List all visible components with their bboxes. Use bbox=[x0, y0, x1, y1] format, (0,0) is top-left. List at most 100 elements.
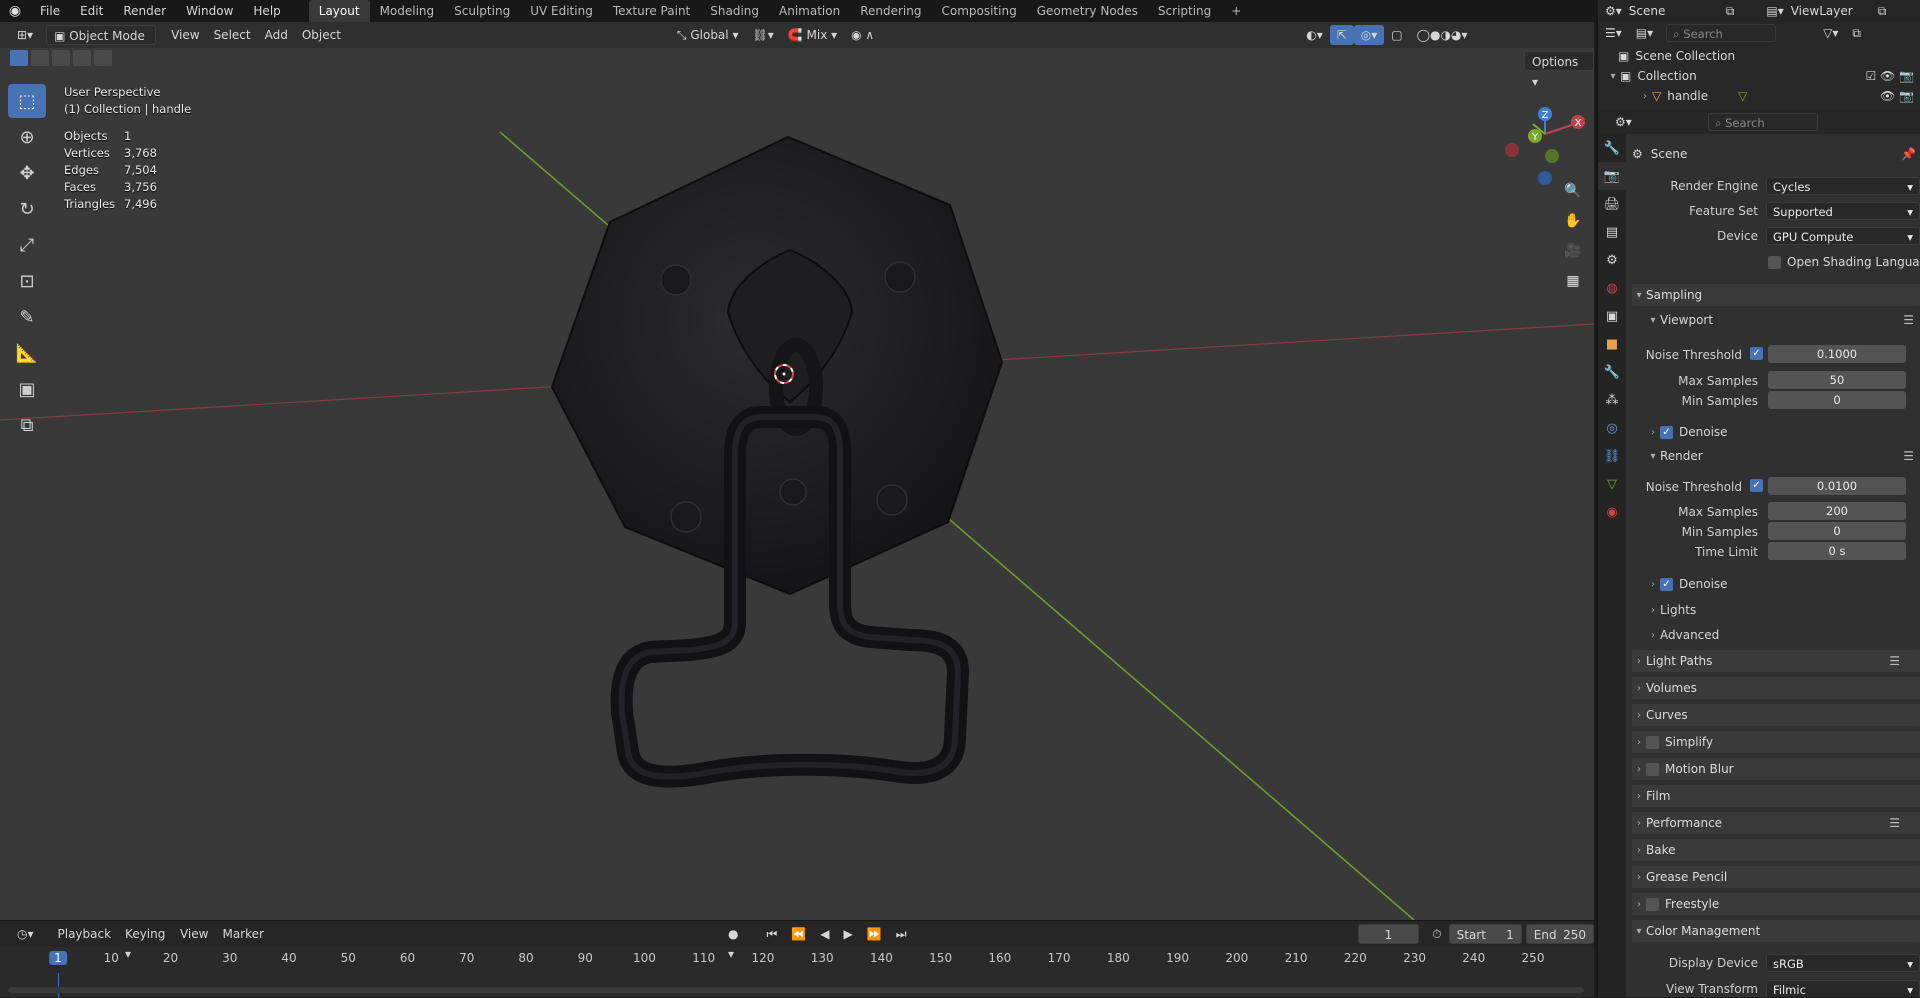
r-max-field[interactable]: 200 bbox=[1768, 502, 1906, 520]
prev-keyframe-icon[interactable]: ⏪ bbox=[784, 924, 813, 944]
scene-name[interactable]: Scene bbox=[1629, 4, 1719, 18]
transform-tool-icon[interactable]: ⊡ bbox=[8, 264, 46, 298]
playback-menu[interactable]: Playback ▾ bbox=[51, 924, 119, 961]
display-device-dropdown[interactable]: sRGB ▾ bbox=[1766, 954, 1920, 972]
pivot-icon[interactable]: ⛓▾ bbox=[745, 25, 780, 45]
material-tab-icon[interactable]: ◉ bbox=[1598, 498, 1626, 526]
current-frame-field[interactable]: 1 bbox=[1357, 924, 1420, 944]
viewlayer-icon[interactable]: ▤▾ bbox=[1759, 1, 1790, 21]
pan-hand-icon[interactable]: ✋ bbox=[1560, 208, 1586, 234]
snap-dropdown[interactable]: 🧲 Mix ▾ bbox=[781, 25, 844, 45]
subpanel-lights[interactable]: › Lights bbox=[1646, 600, 1920, 620]
select-invert-icon[interactable] bbox=[73, 50, 91, 66]
osl-checkbox-row[interactable]: Open Shading Language bbox=[1768, 252, 1920, 272]
panel-freestyle[interactable]: › Freestyle bbox=[1632, 893, 1920, 915]
panel-volumes[interactable]: › Volumes bbox=[1632, 677, 1920, 699]
r-noise-field[interactable]: 0.0100 bbox=[1768, 477, 1906, 495]
proportional-edit-icon[interactable]: ◉ ∧ bbox=[844, 25, 881, 45]
object-tab-icon[interactable]: ■ bbox=[1598, 330, 1626, 358]
cursor-tool-icon[interactable]: ⊕ bbox=[8, 120, 46, 154]
object-mode-dropdown[interactable]: ▣ Object Mode ▾ bbox=[46, 25, 157, 63]
scale-tool-icon[interactable]: ⤢ bbox=[8, 228, 46, 262]
vp-max-field[interactable]: 50 bbox=[1768, 371, 1906, 389]
marker-menu[interactable]: Marker bbox=[215, 924, 270, 944]
editor-type-icon[interactable]: ⊞▾ bbox=[10, 25, 40, 45]
tab-uv-editing[interactable]: UV Editing bbox=[520, 0, 603, 22]
panel-curves[interactable]: › Curves bbox=[1632, 704, 1920, 726]
panel-grease-pencil[interactable]: › Grease Pencil bbox=[1632, 866, 1920, 888]
jump-start-icon[interactable]: ⏮ bbox=[760, 924, 785, 944]
render-engine-dropdown[interactable]: Cycles ▾ bbox=[1766, 177, 1920, 195]
xray-icon[interactable]: ▢ bbox=[1384, 25, 1409, 45]
r-time-field[interactable]: 0 s bbox=[1768, 542, 1906, 560]
zoom-icon[interactable]: 🔍 bbox=[1560, 178, 1586, 204]
vp-min-field[interactable]: 0 bbox=[1768, 391, 1906, 409]
world-tab-icon[interactable]: ◍ bbox=[1598, 274, 1626, 302]
vp-noise-field[interactable]: 0.1000 bbox=[1768, 345, 1906, 363]
panel-performance[interactable]: › Performance ☰ bbox=[1632, 812, 1920, 834]
shading-modes[interactable]: ◯●◑◕▾ bbox=[1410, 25, 1475, 45]
select-subtract-icon[interactable] bbox=[52, 50, 70, 66]
panel-film[interactable]: › Film bbox=[1632, 785, 1920, 807]
timeline-scrollbar[interactable] bbox=[8, 987, 1584, 993]
menu-view[interactable]: View bbox=[164, 25, 206, 45]
timeline-editor-type-icon[interactable]: ◷▾ bbox=[10, 924, 41, 944]
move-tool-icon[interactable]: ✥ bbox=[8, 156, 46, 190]
panel-motion-blur[interactable]: › Motion Blur bbox=[1632, 758, 1920, 780]
menu-edit[interactable]: Edit bbox=[70, 0, 113, 22]
visibility-icon[interactable]: ◐▾ bbox=[1299, 25, 1330, 45]
new-viewlayer-icon[interactable]: ⧉ bbox=[1871, 1, 1894, 21]
tool-tab-icon[interactable]: 🔧 bbox=[1598, 134, 1626, 162]
outliner-object-handle[interactable]: › ▽ handle ▽ 👁 📷 bbox=[1638, 86, 1918, 106]
tab-layout[interactable]: Layout bbox=[308, 0, 370, 22]
constraints-tab-icon[interactable]: ⛓ bbox=[1598, 442, 1626, 470]
panel-bake[interactable]: › Bake bbox=[1632, 839, 1920, 861]
outliner-search-input[interactable]: ⌕ Search bbox=[1666, 24, 1777, 42]
keying-menu[interactable]: Keying ▾ bbox=[118, 924, 173, 961]
r-denoise-row[interactable]: › ✓ Denoise bbox=[1646, 574, 1920, 594]
output-tab-icon[interactable]: 🖨 bbox=[1598, 190, 1626, 218]
rotate-tool-icon[interactable]: ↻ bbox=[8, 192, 46, 226]
device-dropdown[interactable]: GPU Compute ▾ bbox=[1766, 227, 1920, 245]
vp-noise-checkbox[interactable]: ✓ bbox=[1750, 347, 1763, 360]
data-tab-icon[interactable]: ▽ bbox=[1598, 470, 1626, 498]
measure-tool-icon[interactable]: 📐 bbox=[8, 336, 46, 370]
menu-object[interactable]: Object bbox=[295, 25, 348, 45]
add-primitive-icon[interactable]: ⧉ bbox=[8, 408, 46, 442]
timeline-view-menu[interactable]: View bbox=[173, 924, 215, 944]
feature-set-dropdown[interactable]: Supported ▾ bbox=[1766, 202, 1920, 220]
new-collection-icon[interactable]: ⧉ bbox=[1845, 23, 1868, 43]
view-layer-tab-icon[interactable]: ▤ bbox=[1598, 218, 1626, 246]
filter-icon[interactable]: ▽▾ bbox=[1816, 23, 1845, 43]
menu-window[interactable]: Window bbox=[176, 0, 243, 22]
properties-search-input[interactable]: ⌕ Search bbox=[1708, 113, 1818, 131]
tab-scripting[interactable]: Scripting bbox=[1148, 0, 1221, 22]
menu-help[interactable]: Help bbox=[243, 0, 290, 22]
transform-orientation-dropdown[interactable]: ⤡ Global ▾ bbox=[670, 25, 746, 45]
blender-logo-icon[interactable]: ◉ bbox=[0, 3, 30, 19]
panel-light-paths[interactable]: › Light Paths ☰ bbox=[1632, 650, 1920, 672]
outliner-type-icon[interactable]: ☰▾ bbox=[1598, 23, 1629, 43]
add-cube-icon[interactable]: ▣ bbox=[8, 372, 46, 406]
menu-add[interactable]: Add bbox=[258, 25, 295, 45]
gizmo-toggle-icon[interactable]: ⇱ bbox=[1329, 25, 1354, 45]
outliner-collection[interactable]: ▾ ▣ Collection ☑ 👁 📷 bbox=[1606, 66, 1918, 86]
subpanel-advanced[interactable]: › Advanced bbox=[1646, 625, 1920, 645]
3d-viewport[interactable]: ⊞▾ ▣ Object Mode ▾ View Select Add Objec… bbox=[0, 22, 1594, 920]
new-scene-icon[interactable]: ⧉ bbox=[1719, 1, 1742, 21]
physics-tab-icon[interactable]: ◎ bbox=[1598, 414, 1626, 442]
stopwatch-icon[interactable]: ⏱ bbox=[1425, 924, 1448, 944]
tab-modeling[interactable]: Modeling bbox=[370, 0, 445, 22]
render-tab-icon[interactable]: 📷 bbox=[1598, 162, 1626, 190]
select-extend-icon[interactable] bbox=[31, 50, 49, 66]
play-icon[interactable]: ▶ bbox=[837, 924, 860, 944]
tab-texture-paint[interactable]: Texture Paint bbox=[603, 0, 700, 22]
tab-shading[interactable]: Shading bbox=[700, 0, 769, 22]
jump-end-icon[interactable]: ⏭ bbox=[889, 924, 914, 944]
annotate-tool-icon[interactable]: ✎ bbox=[8, 300, 46, 334]
collection-tab-icon[interactable]: ▣ bbox=[1598, 302, 1626, 330]
outliner-scene-collection[interactable]: ▣ Scene Collection bbox=[1618, 46, 1735, 66]
tab-geometry-nodes[interactable]: Geometry Nodes bbox=[1027, 0, 1148, 22]
view-transform-dropdown[interactable]: Filmic ▾ bbox=[1766, 980, 1920, 997]
panel-sampling[interactable]: ▾ Sampling bbox=[1632, 284, 1920, 306]
